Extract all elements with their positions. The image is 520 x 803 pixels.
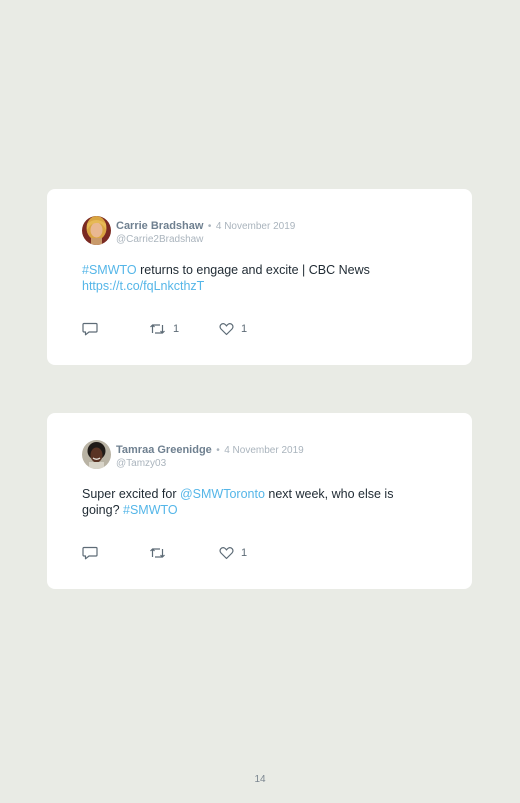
separator: •: [216, 445, 220, 456]
author-name[interactable]: Carrie Bradshaw: [116, 220, 203, 232]
like-icon: [219, 322, 234, 336]
tweet-date[interactable]: 4 November 2019: [224, 445, 304, 456]
like-count: 1: [241, 323, 248, 335]
retweet-button[interactable]: 1: [149, 321, 179, 337]
tweet-text: Super excited for @SMWToronto next week,…: [82, 487, 422, 518]
like-count: 1: [241, 547, 248, 559]
hashtag-link[interactable]: #SMWTO: [82, 263, 137, 277]
tweet-text: #SMWTO returns to engage and excite | CB…: [82, 263, 422, 294]
retweet-icon: [149, 322, 166, 336]
tweet-header: Carrie Bradshaw • 4 November 2019 @Carri…: [116, 218, 295, 246]
like-button[interactable]: 1: [219, 545, 247, 561]
tweet-header: Tamraa Greenidge • 4 November 2019 @Tamz…: [116, 442, 304, 470]
author-handle[interactable]: @Tamzy03: [116, 457, 304, 470]
avatar[interactable]: [82, 440, 111, 469]
reply-button[interactable]: [82, 545, 98, 561]
author-name[interactable]: Tamraa Greenidge: [116, 444, 212, 456]
hashtag-link[interactable]: #SMWTO: [123, 503, 178, 517]
like-button[interactable]: 1: [219, 321, 247, 337]
avatar[interactable]: [82, 216, 111, 245]
like-icon: [219, 546, 234, 560]
retweet-button[interactable]: [149, 545, 173, 561]
mention-link[interactable]: @SMWToronto: [180, 487, 265, 501]
tweet-actions: 1: [82, 545, 302, 561]
retweet-count: 1: [173, 323, 180, 335]
retweet-icon: [149, 546, 166, 560]
reply-icon: [82, 546, 98, 560]
author-handle[interactable]: @Carrie2Bradshaw: [116, 233, 295, 246]
tweet-actions: 1 1: [82, 321, 302, 337]
page-number: 14: [254, 774, 266, 785]
reply-button[interactable]: [82, 321, 98, 337]
tweet-body-prefix: Super excited for: [82, 487, 180, 501]
tweet-card: Tamraa Greenidge • 4 November 2019 @Tamz…: [47, 413, 472, 589]
tweet-body: returns to engage and excite | CBC News: [136, 263, 370, 277]
tweet-date[interactable]: 4 November 2019: [216, 221, 296, 232]
reply-icon: [82, 322, 98, 336]
separator: •: [207, 221, 212, 232]
url-link[interactable]: https://t.co/fqLnkcthzT: [82, 279, 204, 293]
tweet-card: Carrie Bradshaw • 4 November 2019 @Carri…: [47, 189, 472, 365]
